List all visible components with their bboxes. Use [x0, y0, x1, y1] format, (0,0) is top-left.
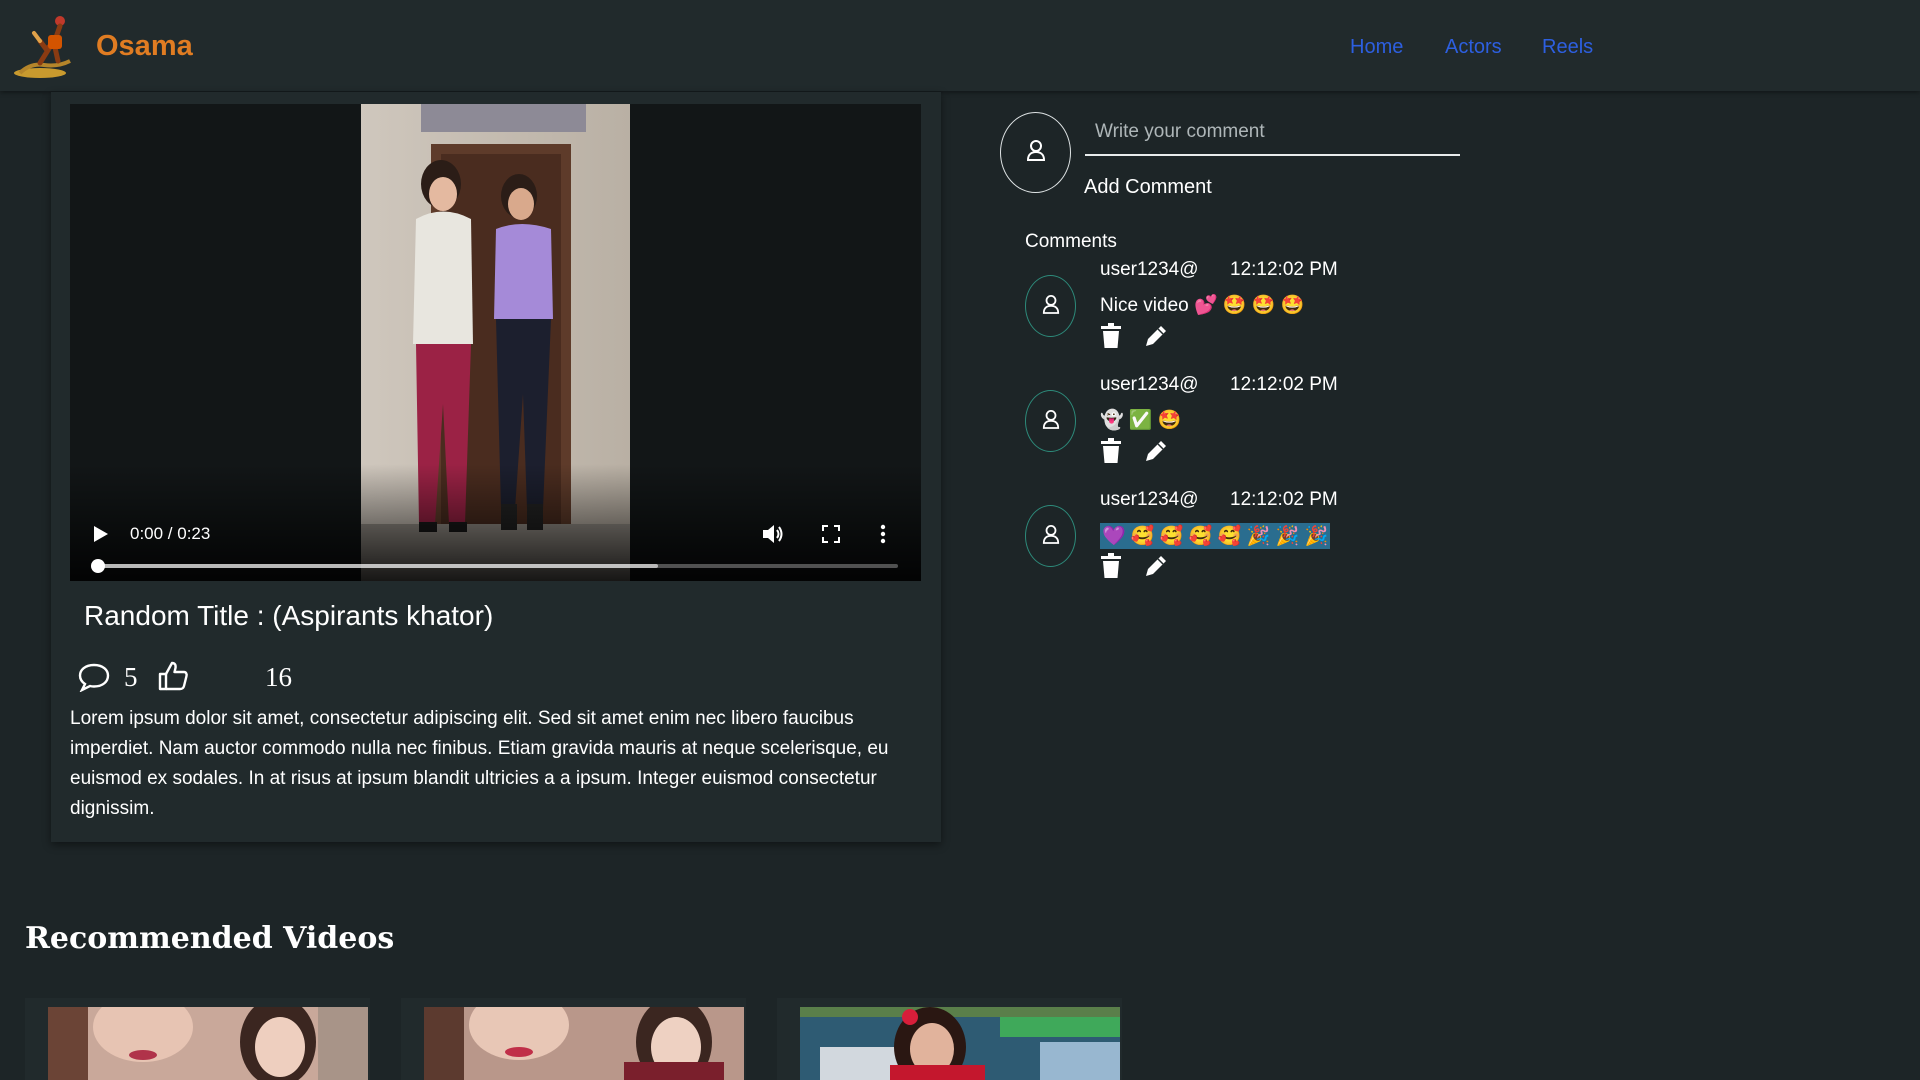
pencil-icon[interactable]: [1143, 438, 1167, 464]
pencil-icon[interactable]: [1143, 553, 1167, 579]
comments-heading: Comments: [1025, 231, 1117, 252]
comment-item: user1234@ 12:12:02 PM 👻 ✅ 🤩: [1025, 374, 1425, 484]
more-vertical-icon[interactable]: [880, 524, 886, 549]
add-comment-button[interactable]: Add Comment: [1084, 176, 1212, 199]
play-icon[interactable]: [92, 524, 110, 549]
comment-avatar: [1025, 390, 1076, 452]
comment-item: user1234@ 12:12:02 PM 💜 🥰 🥰 🥰 🥰 🎉 🎉 🎉: [1025, 489, 1425, 599]
comment-text: Nice video 💕 🤩 🤩 🤩: [1100, 295, 1305, 316]
fullscreen-icon[interactable]: [822, 525, 840, 548]
brand-name[interactable]: Osama: [96, 30, 193, 63]
navbar: Osama Home Actors Reels: [0, 0, 1920, 91]
likes-count: 16: [265, 662, 292, 692]
recommended-video-card[interactable]: [777, 998, 1122, 1080]
comment-avatar: [1025, 505, 1076, 567]
video-card: 0:00 / 0:23 Random Title : (Aspirants kh…: [51, 92, 941, 842]
volume-icon[interactable]: [761, 523, 785, 550]
speech-bubble-icon[interactable]: [77, 662, 111, 697]
video-description: Lorem ipsum dolor sit amet, consectetur …: [70, 708, 889, 819]
video-thumbnail[interactable]: [800, 1007, 1120, 1080]
video-thumbnail[interactable]: [48, 1007, 368, 1080]
comment-text: 💜 🥰 🥰 🥰 🥰 🎉 🎉 🎉: [1100, 523, 1331, 549]
nav-link-home[interactable]: Home: [1350, 36, 1403, 59]
comment-username: user1234@: [1100, 259, 1199, 280]
comment-text: 👻 ✅ 🤩: [1100, 410, 1182, 431]
thumbs-up-icon[interactable]: [157, 660, 189, 697]
video-time: 0:00 / 0:23: [130, 524, 211, 543]
video-player[interactable]: 0:00 / 0:23: [70, 104, 921, 581]
video-progress-bar[interactable]: [91, 559, 898, 573]
comment-username: user1234@: [1100, 374, 1199, 395]
nav-link-reels[interactable]: Reels: [1542, 36, 1593, 59]
user-icon: [1042, 294, 1060, 319]
comment-avatar: [1025, 275, 1076, 337]
logo-icon[interactable]: [10, 13, 78, 81]
comment-timestamp: 12:12:02 PM: [1230, 489, 1338, 510]
user-icon: [1042, 524, 1060, 549]
comment-username: user1234@: [1100, 489, 1199, 510]
recommended-video-card[interactable]: [25, 998, 370, 1080]
comment-timestamp: 12:12:02 PM: [1230, 259, 1338, 280]
pencil-icon[interactable]: [1143, 323, 1167, 349]
comments-count: 5: [124, 662, 138, 692]
trash-icon[interactable]: [1100, 323, 1124, 349]
user-icon: [1042, 409, 1060, 434]
progress-buffered: [97, 564, 658, 568]
nav-link-actors[interactable]: Actors: [1445, 36, 1502, 59]
user-icon: [1026, 139, 1046, 166]
video-title: Random Title : (Aspirants khator): [84, 600, 494, 631]
trash-icon[interactable]: [1100, 553, 1124, 579]
progress-thumb[interactable]: [91, 559, 105, 573]
recommended-heading: Recommended Videos: [25, 921, 395, 956]
recommended-video-card[interactable]: [401, 998, 746, 1080]
comment-input[interactable]: [1085, 110, 1460, 156]
comment-timestamp: 12:12:02 PM: [1230, 374, 1338, 395]
current-user-avatar: [1000, 112, 1071, 193]
trash-icon[interactable]: [1100, 438, 1124, 464]
video-stats: 5 16: [77, 657, 477, 697]
video-thumbnail[interactable]: [424, 1007, 744, 1080]
comment-item: user1234@ 12:12:02 PM Nice video 💕 🤩 🤩 🤩: [1025, 259, 1425, 369]
